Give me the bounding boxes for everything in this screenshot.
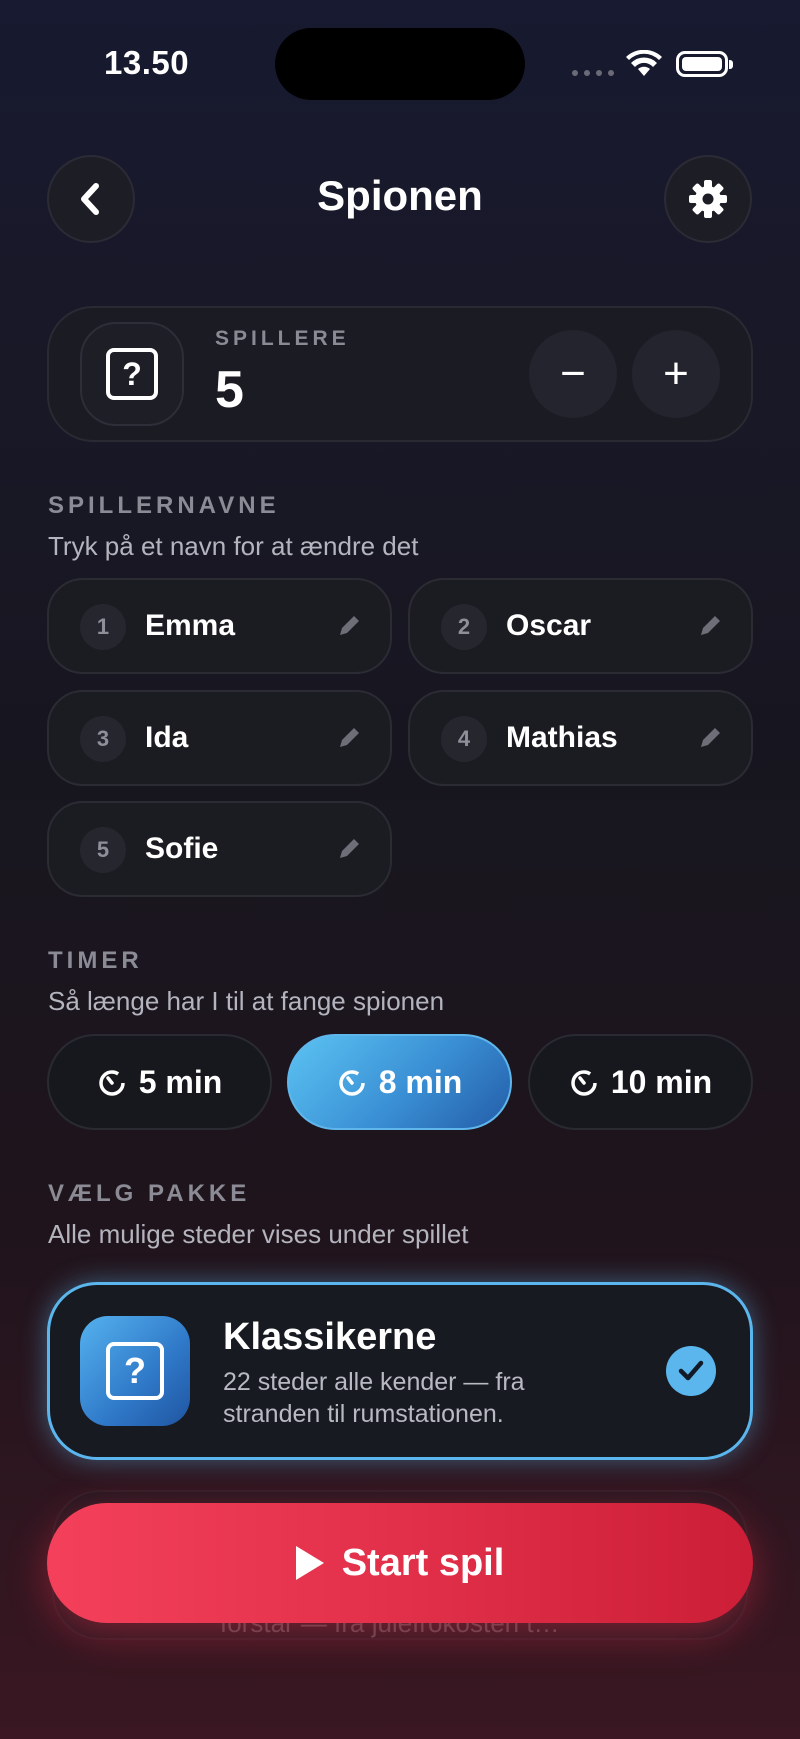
gear-icon (689, 180, 727, 218)
timer-option-label: 5 min (138, 1063, 223, 1100)
settings-button[interactable] (664, 155, 752, 243)
player-chip-3[interactable]: 3 Ida (47, 690, 392, 786)
player-number: 3 (80, 716, 126, 762)
player-name: Mathias (506, 721, 618, 754)
timer-section-subtitle: Så længe har I til at fange spionen (48, 986, 445, 1016)
player-chip-2[interactable]: 2 Oscar (408, 578, 753, 674)
player-chip-1[interactable]: 1 Emma (47, 578, 392, 674)
pack-title: Klassikerne (223, 1316, 437, 1358)
timer-option-label: 8 min (378, 1063, 463, 1100)
players-count: 5 (215, 361, 244, 419)
pack-description: 22 steder alle kender — fra stranden til… (223, 1368, 525, 1428)
player-number: 2 (441, 604, 487, 650)
timer-icon (98, 1070, 125, 1096)
check-icon (678, 1360, 704, 1381)
timer-option-8[interactable]: 8 min (287, 1034, 512, 1130)
pack-section-label: VÆLG PAKKE (48, 1180, 251, 1207)
pencil-icon (340, 728, 359, 747)
pack-icon: ? (80, 1316, 190, 1426)
names-section-subtitle: Tryk på et navn for at ændre det (48, 531, 419, 561)
chevron-left-icon (81, 183, 99, 215)
signal-icon (572, 70, 614, 76)
back-button[interactable] (47, 155, 135, 243)
start-game-button[interactable]: Start spil (47, 1503, 753, 1623)
timer-icon (571, 1070, 597, 1096)
player-number: 4 (441, 716, 487, 762)
player-name: Ida (145, 721, 189, 754)
player-chip-5[interactable]: 5 Sofie (47, 801, 392, 897)
selected-check (666, 1346, 716, 1396)
pencil-icon (701, 728, 720, 747)
dynamic-island (275, 28, 525, 100)
battery-icon (676, 51, 733, 77)
player-number: 1 (80, 604, 126, 650)
player-name: Sofie (145, 832, 219, 865)
wifi-icon (626, 50, 662, 76)
increase-players-button[interactable]: + (632, 330, 720, 418)
question-box-icon: ? (106, 1342, 164, 1400)
question-box-icon: ? (106, 348, 158, 400)
pencil-icon (701, 616, 720, 635)
timer-option-5[interactable]: 5 min (47, 1034, 272, 1130)
names-section-label: SPILLERNAVNE (48, 492, 280, 519)
page-title: Spionen (317, 172, 483, 219)
timer-icon (338, 1070, 365, 1096)
player-number: 5 (80, 827, 126, 873)
players-icon-box: ? (80, 322, 184, 426)
player-name: Emma (145, 609, 236, 642)
start-game-label: Start spil (341, 1541, 505, 1584)
status-time: 13.50 (104, 44, 190, 81)
timer-section-label: TIMER (48, 947, 143, 974)
pencil-icon (340, 616, 359, 635)
player-name: Oscar (506, 609, 592, 642)
timer-option-10[interactable]: 10 min (528, 1034, 753, 1130)
players-label: SPILLERE (215, 327, 350, 350)
pencil-icon (340, 839, 359, 858)
play-icon (295, 1546, 324, 1580)
decrease-players-button[interactable]: − (529, 330, 617, 418)
pack-section-subtitle: Alle mulige steder vises under spillet (48, 1219, 469, 1249)
timer-option-label: 10 min (610, 1063, 713, 1100)
player-chip-4[interactable]: 4 Mathias (408, 690, 753, 786)
